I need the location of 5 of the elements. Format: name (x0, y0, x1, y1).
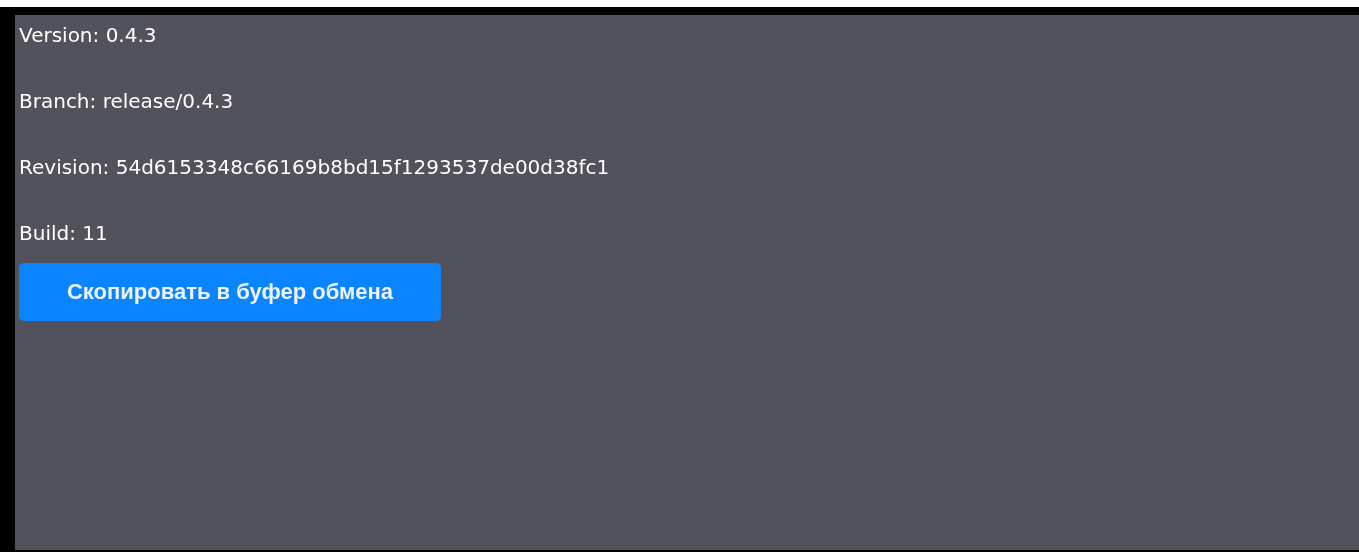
copy-button[interactable]: Скопировать в буфер обмена (19, 263, 441, 321)
info-text: Revision: 54d6153348c66169b8bd15f1293537de00d38fc1 (19, 154, 610, 181)
info-text: Branch: release/0.4.3 (19, 88, 234, 115)
info-text: Build: 11 (19, 220, 108, 247)
info-text: Version: 0.4.3 (19, 22, 157, 49)
